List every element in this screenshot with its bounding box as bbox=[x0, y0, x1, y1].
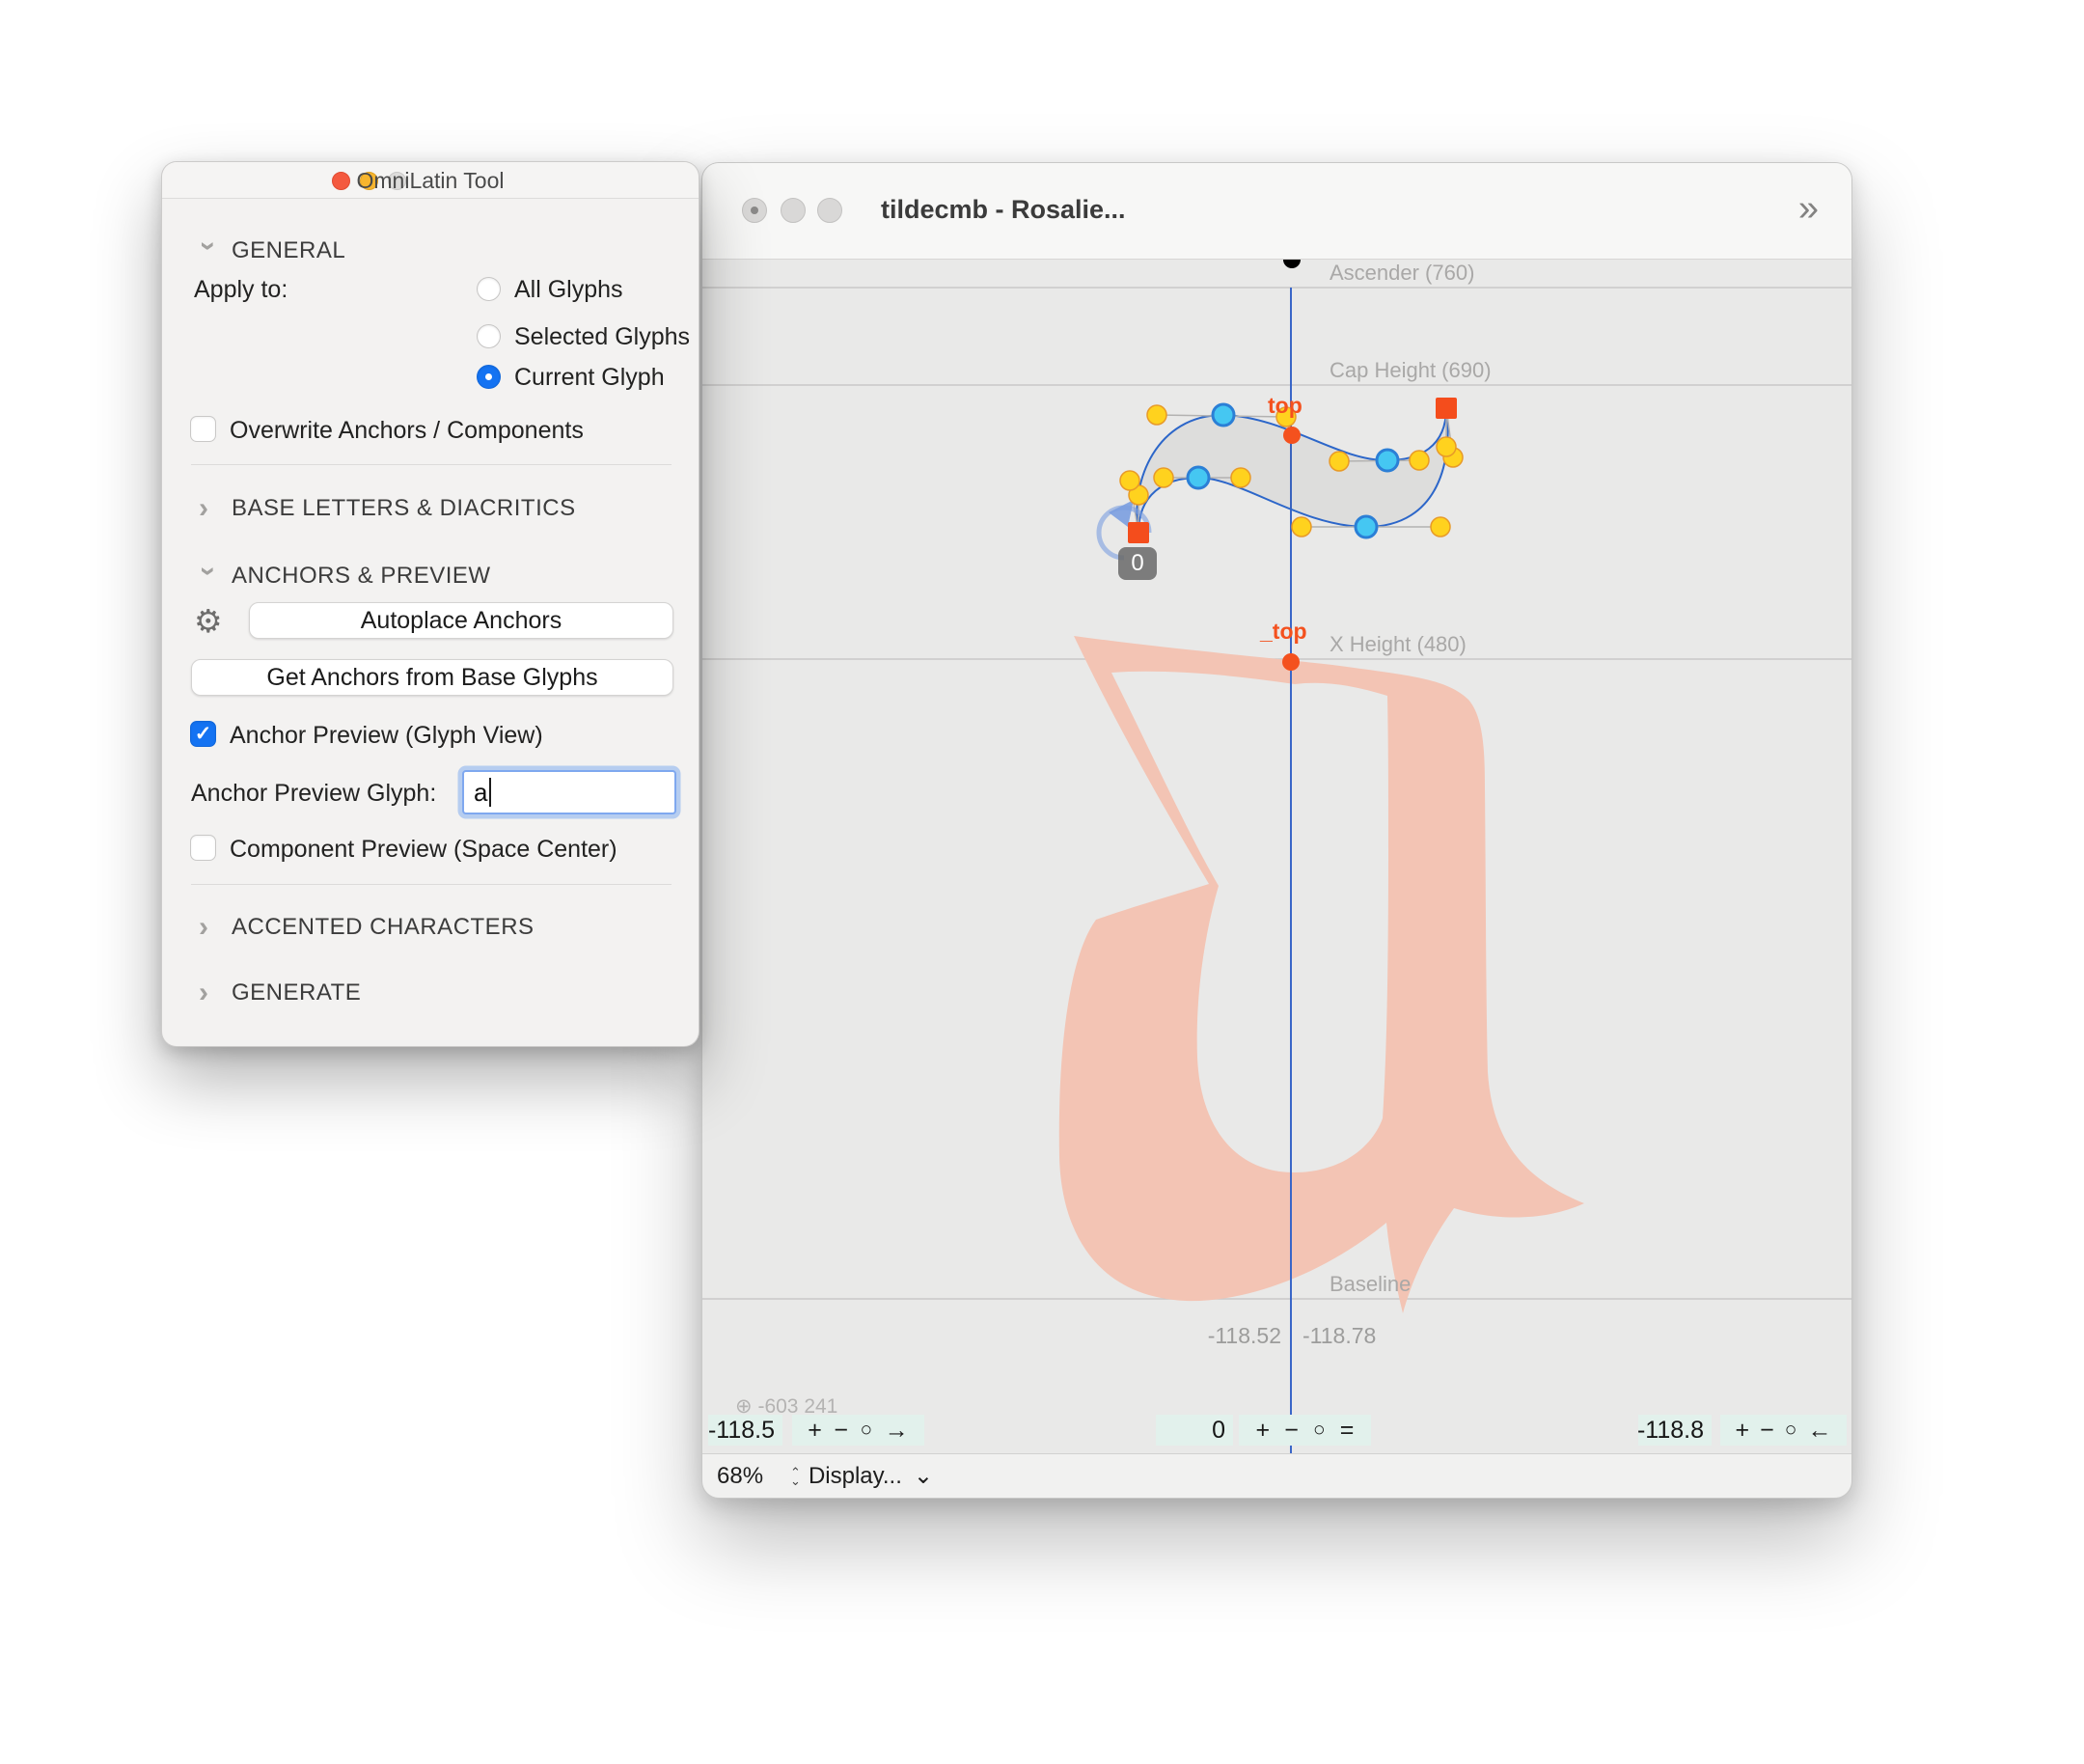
chevron-down-icon: › bbox=[197, 566, 220, 586]
off-curve-point[interactable] bbox=[1154, 468, 1173, 487]
glyph-canvas[interactable]: Ascender (760) Cap Height (690) X Height (… bbox=[702, 260, 1852, 1455]
window-title: tildecmb - Rosalie... bbox=[881, 195, 1126, 225]
off-curve-point[interactable] bbox=[1431, 517, 1450, 537]
right-sidebearing-annotation: -118.78 bbox=[1302, 1323, 1376, 1349]
off-curve-point[interactable] bbox=[1120, 471, 1139, 490]
lsb-arrow-right-button[interactable]: → bbox=[885, 1417, 909, 1445]
zoom-level-field[interactable]: 68% bbox=[717, 1463, 763, 1490]
lsb-controls: + − ○ → bbox=[792, 1415, 924, 1446]
on-curve-point[interactable] bbox=[1188, 467, 1209, 488]
width-controls: + − ○ = bbox=[1239, 1415, 1371, 1446]
width-field[interactable]: 0 bbox=[1156, 1415, 1233, 1446]
anchor-preview-label: Anchor Preview (Glyph View) bbox=[230, 722, 543, 750]
start-point-index-badge: 0 bbox=[1118, 547, 1157, 580]
width-circle-button[interactable]: ○ bbox=[1313, 1419, 1326, 1442]
preview-glyph-label: Anchor Preview Glyph: bbox=[191, 780, 436, 808]
width-equals-button[interactable]: = bbox=[1340, 1417, 1355, 1445]
overwrite-label: Overwrite Anchors / Components bbox=[230, 417, 584, 445]
radio-current-glyph-label: Current Glyph bbox=[514, 364, 665, 392]
left-sidebearing-annotation: -118.52 bbox=[1185, 1323, 1281, 1349]
lsb-circle-button[interactable]: ○ bbox=[861, 1419, 873, 1442]
chevron-down-icon: › bbox=[197, 241, 220, 261]
gear-icon[interactable]: ⚙ bbox=[194, 602, 223, 640]
anchor-label-undertop: _top bbox=[1260, 619, 1307, 645]
rsb-arrow-left-button[interactable]: ← bbox=[1807, 1417, 1831, 1445]
off-curve-point[interactable] bbox=[1330, 452, 1349, 471]
lsb-field[interactable]: -118.5 bbox=[708, 1415, 782, 1446]
minimize-button[interactable] bbox=[781, 198, 806, 223]
text-caret bbox=[489, 778, 491, 807]
radio-selected-glyphs[interactable] bbox=[477, 324, 501, 348]
rsb-minus-button[interactable]: − bbox=[1760, 1417, 1774, 1445]
on-curve-point[interactable] bbox=[1377, 450, 1398, 471]
anchor-top-dot[interactable] bbox=[1283, 427, 1301, 444]
rsb-field[interactable]: -118.8 bbox=[1638, 1415, 1712, 1446]
zoom-button[interactable] bbox=[817, 198, 842, 223]
panel-title: OmniLatin Tool bbox=[162, 162, 699, 199]
glyph-window: tildecmb - Rosalie... » Ascender bbox=[701, 162, 1852, 1499]
rsb-circle-button[interactable]: ○ bbox=[1785, 1419, 1797, 1442]
glyph-editor-svg bbox=[702, 260, 1852, 1455]
omnilatin-panel: OmniLatin Tool › GENERAL Apply to: All G… bbox=[161, 161, 699, 1047]
panel-titlebar[interactable]: OmniLatin Tool bbox=[162, 162, 699, 199]
off-curve-point[interactable] bbox=[1231, 468, 1250, 487]
rsb-plus-button[interactable]: + bbox=[1736, 1417, 1750, 1445]
radio-selected-glyphs-label: Selected Glyphs bbox=[514, 323, 690, 351]
preview-glyph-value: a bbox=[474, 778, 487, 808]
chevron-down-icon: ⌄ bbox=[914, 1462, 933, 1490]
get-anchors-button[interactable]: Get Anchors from Base Glyphs bbox=[191, 659, 673, 696]
radio-all-glyphs-label: All Glyphs bbox=[514, 276, 623, 304]
chevron-right-icon: › bbox=[199, 916, 218, 939]
preview-glyph-input[interactable]: a bbox=[462, 770, 676, 814]
radio-current-glyph[interactable] bbox=[477, 365, 501, 389]
status-bar: 68% ⌃⌄ Display... ⌄ bbox=[702, 1453, 1851, 1498]
anchor-top[interactable] bbox=[1283, 260, 1301, 268]
desktop: OmniLatin Tool › GENERAL Apply to: All G… bbox=[0, 0, 2084, 1764]
section-base-letters[interactable]: › BASE LETTERS & DIACRITICS bbox=[199, 495, 576, 522]
width-plus-button[interactable]: + bbox=[1256, 1417, 1271, 1445]
off-curve-point[interactable] bbox=[1410, 451, 1429, 470]
display-popup[interactable]: ⌃⌄ Display... ⌄ bbox=[790, 1462, 933, 1490]
apply-to-label: Apply to: bbox=[194, 276, 288, 304]
overwrite-checkbox[interactable] bbox=[190, 416, 216, 442]
on-curve-point[interactable] bbox=[1356, 516, 1377, 537]
off-curve-point[interactable] bbox=[1292, 517, 1311, 537]
width-minus-button[interactable]: − bbox=[1284, 1417, 1299, 1445]
rsb-controls: + − ○ ← bbox=[1720, 1415, 1847, 1446]
component-preview-label: Component Preview (Space Center) bbox=[230, 836, 617, 864]
divider bbox=[191, 884, 672, 885]
lsb-minus-button[interactable]: − bbox=[834, 1417, 848, 1445]
section-accented[interactable]: › ACCENTED CHARACTERS bbox=[199, 914, 535, 941]
autoplace-anchors-button[interactable]: Autoplace Anchors bbox=[249, 602, 673, 639]
anchor-preview-glyph-a bbox=[1059, 636, 1584, 1313]
anchor-label-top: top bbox=[1268, 393, 1302, 419]
popup-updown-icon: ⌃⌄ bbox=[790, 1468, 801, 1485]
component-preview-checkbox[interactable] bbox=[190, 835, 216, 861]
anchor-undertop-dot[interactable] bbox=[1282, 653, 1300, 671]
metric-label: Baseline bbox=[1330, 1272, 1411, 1297]
off-curve-point[interactable] bbox=[1437, 437, 1456, 456]
off-curve-point[interactable] bbox=[1147, 405, 1166, 425]
chevron-right-icon: › bbox=[199, 981, 218, 1005]
divider bbox=[191, 464, 672, 465]
lsb-plus-button[interactable]: + bbox=[808, 1417, 822, 1445]
toolbar-overflow-icon[interactable]: » bbox=[1798, 188, 1819, 230]
on-curve-point[interactable] bbox=[1213, 404, 1234, 426]
radio-all-glyphs[interactable] bbox=[477, 277, 501, 301]
section-generate[interactable]: › GENERATE bbox=[199, 979, 361, 1006]
corner-point[interactable] bbox=[1128, 522, 1149, 543]
chevron-right-icon: › bbox=[199, 497, 218, 520]
section-anchors-preview[interactable]: › ANCHORS & PREVIEW bbox=[199, 563, 491, 590]
window-titlebar[interactable]: tildecmb - Rosalie... » bbox=[702, 163, 1851, 260]
close-button[interactable] bbox=[742, 198, 767, 223]
metric-label: Cap Height (690) bbox=[1330, 358, 1492, 383]
corner-point[interactable] bbox=[1436, 398, 1457, 419]
section-general[interactable]: › GENERAL bbox=[199, 237, 345, 264]
anchor-preview-checkbox[interactable]: ✓ bbox=[190, 721, 216, 747]
metric-label: Ascender (760) bbox=[1330, 261, 1474, 286]
metric-label: X Height (480) bbox=[1330, 632, 1467, 657]
